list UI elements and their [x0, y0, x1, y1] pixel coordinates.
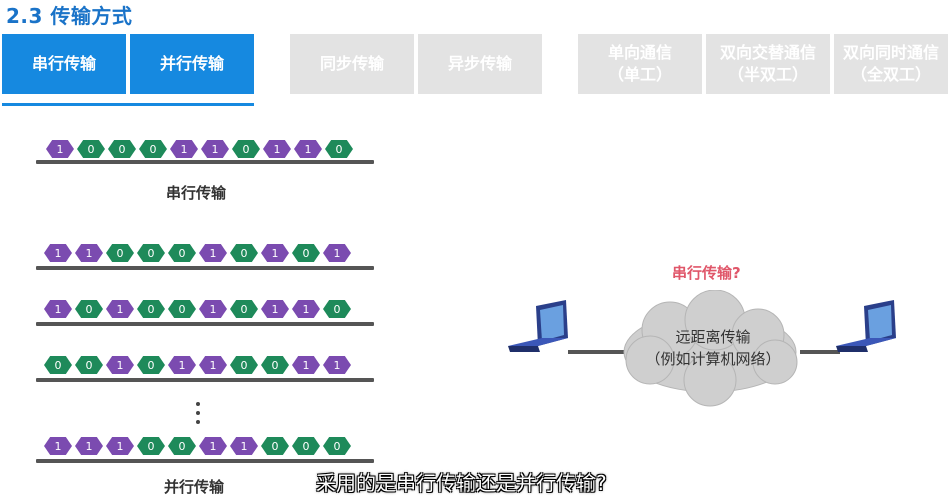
bit-cell: 1	[199, 437, 227, 455]
bit-cell: 1	[323, 356, 351, 374]
tab-serial[interactable]: 串行传输	[2, 34, 126, 94]
cloud-label: 远距离传输 （例如计算机网络）	[628, 326, 798, 370]
tab-async-label: 异步传输	[447, 54, 512, 73]
tab-half-duplex-sub: （半双工）	[727, 65, 808, 84]
bit-cell: 0	[168, 437, 196, 455]
tab-simplex[interactable]: 单向通信 （单工）	[578, 34, 702, 94]
tab-parallel[interactable]: 并行传输	[130, 34, 254, 94]
serial-caption: 串行传输	[166, 184, 227, 202]
bit-cell: 0	[230, 356, 258, 374]
bit-cell: 1	[44, 300, 72, 318]
bit-cell: 0	[323, 300, 351, 318]
serial-rail	[36, 160, 374, 164]
ellipsis-dots	[196, 402, 200, 429]
bit-cell: 1	[106, 300, 134, 318]
bit-cell: 1	[44, 437, 72, 455]
bit-cell: 0	[232, 140, 260, 158]
bit-cell: 1	[261, 300, 289, 318]
bit-cell: 1	[294, 140, 322, 158]
bit-cell: 0	[77, 140, 105, 158]
bit-cell: 1	[199, 356, 227, 374]
tab-serial-label: 串行传输	[31, 54, 96, 73]
cloud-line-2: （例如计算机网络）	[645, 350, 781, 368]
question-label: 串行传输?	[672, 264, 741, 282]
bit-cell: 0	[292, 437, 320, 455]
tab-parallel-label: 并行传输	[159, 54, 224, 73]
bit-cell: 0	[230, 300, 258, 318]
tab-half-duplex[interactable]: 双向交替通信 （半双工）	[706, 34, 830, 94]
bit-cell: 0	[137, 300, 165, 318]
bit-cell: 0	[292, 244, 320, 262]
bit-cell: 0	[261, 437, 289, 455]
bit-cell: 1	[168, 356, 196, 374]
bit-cell: 0	[323, 437, 351, 455]
tab-full-duplex-sub: （全双工）	[850, 65, 931, 84]
bit-cell: 1	[170, 140, 198, 158]
bit-cell: 1	[201, 140, 229, 158]
bit-cell: 0	[139, 140, 167, 158]
bit-cell: 1	[106, 356, 134, 374]
bit-cell: 1	[75, 437, 103, 455]
bit-cell: 1	[199, 244, 227, 262]
tab-full-duplex[interactable]: 双向同时通信 （全双工）	[834, 34, 948, 94]
bit-cell: 0	[261, 356, 289, 374]
bit-cell: 1	[263, 140, 291, 158]
parallel-rail-1	[36, 266, 374, 270]
parallel-caption: 并行传输	[164, 478, 225, 496]
tab-sync-label: 同步传输	[319, 54, 384, 73]
bit-cell: 1	[292, 356, 320, 374]
video-subtitle: 采用的是串行传输还是并行传输?	[316, 471, 607, 495]
bit-cell: 1	[292, 300, 320, 318]
bit-cell: 0	[108, 140, 136, 158]
bit-cell: 0	[137, 356, 165, 374]
tab-sync[interactable]: 同步传输	[290, 34, 414, 94]
bit-cell: 1	[44, 244, 72, 262]
laptop-left-icon	[508, 300, 568, 352]
bit-cell: 0	[137, 244, 165, 262]
bit-cell: 1	[230, 437, 258, 455]
bit-cell: 0	[230, 244, 258, 262]
bit-cell: 1	[106, 437, 134, 455]
bit-cell: 0	[137, 437, 165, 455]
bit-cell: 1	[261, 244, 289, 262]
tab-simplex-sub: （单工）	[607, 65, 672, 84]
page-title: 2.3 传输方式	[6, 4, 133, 28]
bit-cell: 0	[106, 244, 134, 262]
tab-simplex-label: 单向通信	[607, 43, 672, 62]
active-tab-underline	[2, 103, 254, 106]
tab-full-duplex-label: 双向同时通信	[842, 43, 939, 62]
bit-cell: 0	[168, 244, 196, 262]
bit-cell: 1	[323, 244, 351, 262]
bit-cell: 0	[325, 140, 353, 158]
bit-cell: 0	[75, 356, 103, 374]
tab-half-duplex-label: 双向交替通信	[719, 43, 816, 62]
parallel-rail-4	[36, 459, 374, 463]
tab-async[interactable]: 异步传输	[418, 34, 542, 94]
cloud-line-1: 远距离传输	[675, 328, 751, 346]
laptop-right-icon	[836, 300, 896, 352]
parallel-rail-2	[36, 322, 374, 326]
bit-cell: 0	[75, 300, 103, 318]
bit-cell: 0	[168, 300, 196, 318]
bit-cell: 0	[44, 356, 72, 374]
bit-cell: 1	[75, 244, 103, 262]
parallel-rail-3	[36, 378, 374, 382]
bit-cell: 1	[199, 300, 227, 318]
bit-cell: 1	[46, 140, 74, 158]
